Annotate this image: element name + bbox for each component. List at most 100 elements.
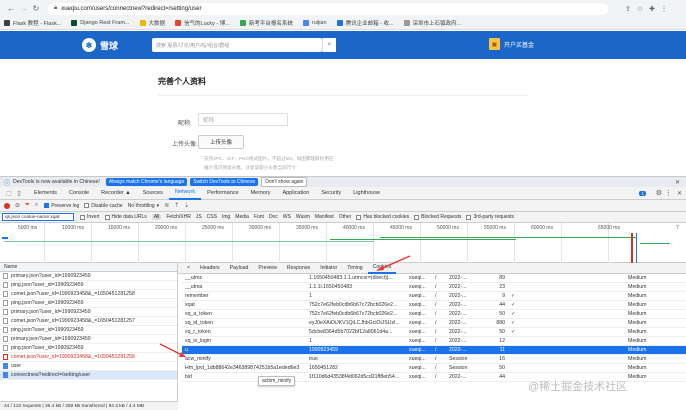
dont-show-again-button[interactable]: Don't show again <box>261 177 308 187</box>
reload-icon[interactable]: ↻ <box>30 4 42 13</box>
tab-elements[interactable]: Elements <box>28 187 63 200</box>
cookie-row[interactable]: xq_a_token 752c7e62feb0cdb6b67c72bcb026e2… <box>182 310 686 319</box>
request-row-error[interactable]: comet.json?user_id=1990923458&_=16504512… <box>0 353 177 362</box>
request-row[interactable]: primary.json?user_id=1990923459 <box>0 335 177 344</box>
filter-input[interactable]: qs.json cookie-name:xqat <box>2 213 74 221</box>
settings-gear-icon[interactable]: ⚙ <box>656 189 662 197</box>
invert-checkbox[interactable]: Invert <box>80 214 100 220</box>
tab-memory[interactable]: Memory <box>245 187 277 200</box>
request-row[interactable]: comet.json?user_id=1990923458&_=16504512… <box>0 290 177 299</box>
throttling-select[interactable]: No throttling ▾ <box>128 203 159 209</box>
type-filter-media[interactable]: Media <box>235 214 249 220</box>
tab-preview[interactable]: Preview <box>253 263 281 274</box>
tab-security[interactable]: Security <box>315 187 347 200</box>
preserve-log-checkbox[interactable]: Preserve log <box>44 203 79 209</box>
bookmark-item[interactable]: 腾讯企业邮箱 - 收... <box>336 19 394 27</box>
address-bar[interactable]: 🔒︎ xueqiu.com/users/connectnew?redirect=… <box>48 2 608 15</box>
blocked-cookies-checkbox[interactable]: Has blocked cookies <box>356 214 409 220</box>
bookmark-item[interactable]: 大数据 <box>139 19 165 27</box>
menu-icon[interactable]: ⋮ <box>658 5 670 13</box>
cookie-row[interactable]: xqat 752c7e62feb0cdb6b67c72bcb026e2... xue… <box>182 301 686 310</box>
tab-performance[interactable]: Performance <box>201 187 245 200</box>
request-row[interactable]: primary.json?user_id=1990923459 <box>0 308 177 317</box>
type-filter-manifest[interactable]: Manifest <box>315 214 334 220</box>
third-party-checkbox[interactable]: 3rd-party requests <box>466 214 514 220</box>
tab-timing[interactable]: Timing <box>342 263 367 274</box>
record-icon[interactable] <box>4 202 10 209</box>
bookmark-item[interactable]: Django Rest Fram... <box>71 20 130 26</box>
nickname-field[interactable]: 昵称 <box>198 113 288 126</box>
tab-application[interactable]: Application <box>276 187 315 200</box>
cookie-row[interactable]: Hm_lpvt_1db88642e346389874251b5a1eded6e3… <box>182 364 686 373</box>
share-icon[interactable]: ⇪ <box>622 5 634 13</box>
type-filter-other[interactable]: Other <box>339 214 352 220</box>
type-filter-js[interactable]: JS <box>196 214 202 220</box>
tab-sources[interactable]: Sources <box>137 187 169 200</box>
cookie-row[interactable]: remember 1 xueqi.../2022-... 9 ✓ Medium <box>182 292 686 301</box>
filter-icon[interactable]: ⏷ <box>25 202 30 209</box>
cookie-row[interactable]: __utmz 1.1650450483.1.1.utmcsr=(direct)|.… <box>182 274 686 283</box>
type-filter-wasm[interactable]: Wasm <box>296 214 310 220</box>
tab-cookies[interactable]: Cookies <box>367 263 397 274</box>
disable-cache-checkbox[interactable]: Disable cache <box>84 203 123 209</box>
bookmark-item[interactable]: 新考平台报名系统 <box>239 19 293 27</box>
back-icon[interactable]: ← <box>4 4 18 13</box>
type-filter-all[interactable]: All <box>151 214 162 220</box>
cookie-row[interactable]: xq_is_login 1 xueqi.../2022-... 12 Medium <box>182 337 686 346</box>
open-account-button[interactable]: ▣ 开户买基金 <box>489 38 534 50</box>
hide-data-urls-checkbox[interactable]: Hide data URLs <box>104 214 147 220</box>
close-icon[interactable]: ✕ <box>675 179 680 186</box>
cookie-row[interactable]: __utma 1.1.1l.1650450483 xueqi.../2022-...… <box>182 283 686 292</box>
blocked-requests-checkbox[interactable]: Blocked Requests <box>414 214 461 220</box>
type-filter-font[interactable]: Font <box>254 214 264 220</box>
always-match-language-button[interactable]: Always match Chrome's language <box>105 178 188 186</box>
cookie-row[interactable]: xq_r_token 5dcbe8364d5b7022bf12a8061d4a..… <box>182 328 686 337</box>
bookmark-item[interactable]: 信气的Lucky - 博... <box>175 19 230 27</box>
close-details-icon[interactable]: × <box>182 263 195 274</box>
tab-network[interactable]: Network <box>168 187 202 200</box>
request-row[interactable]: user <box>0 362 177 371</box>
request-row[interactable]: comet.json?user_id=1990923458&_=16504512… <box>0 317 177 326</box>
tab-response[interactable]: Response <box>282 263 315 274</box>
star-icon[interactable]: ☆ <box>634 5 646 13</box>
request-row[interactable]: ping.json?user_id=1990923459 <box>0 281 177 290</box>
requests-header[interactable]: Name <box>0 263 177 272</box>
type-filter-ws[interactable]: WS <box>283 214 291 220</box>
site-logo[interactable]: ❄ 雪球 <box>82 38 118 52</box>
tab-payload[interactable]: Payload <box>225 263 254 274</box>
import-icon[interactable]: ⇡ <box>174 202 179 209</box>
switch-to-chinese-button[interactable]: Switch DevTools to Chinese <box>190 178 259 186</box>
cookie-row[interactable]: acw_minify true xueqi... / Session 16 Medium <box>182 355 686 364</box>
site-search-input[interactable]: 搜索 股票/讨论/用户/帖/组合/群组 <box>152 38 322 52</box>
tab-lighthouse[interactable]: Lighthouse <box>347 187 386 200</box>
tab-recorder[interactable]: Recorder ▲ <box>95 187 137 200</box>
request-row-selected[interactable]: connectnew?redirect=/setting/user <box>0 371 177 380</box>
export-icon[interactable]: ⇣ <box>184 202 189 209</box>
type-filter-fetch-xhr[interactable]: Fetch/XHR <box>166 214 190 220</box>
bookmark-item[interactable]: ruijian <box>302 20 327 26</box>
tab-headers[interactable]: Headers <box>195 263 225 274</box>
request-row[interactable]: ping.json?user_id=1990923459 <box>0 326 177 335</box>
type-filter-doc[interactable]: Doc <box>269 214 278 220</box>
cookie-row-selected[interactable]: u 1990923459 xueqi.../2022-... 11 Medium <box>182 346 686 355</box>
request-row[interactable]: primary.json?user_id=1990923459 <box>0 272 177 281</box>
clear-icon[interactable]: ⊘ <box>15 202 20 209</box>
bookmark-item[interactable]: Flask 教程 - Flask... <box>4 19 61 27</box>
cookie-row[interactable]: xq_id_token eyJ0eXAiOiJKV1QiLCJhbGciOiJSU… <box>182 319 686 328</box>
issues-badge[interactable]: 1 <box>639 190 646 196</box>
tab-initiator[interactable]: Initiator <box>315 263 342 274</box>
search-button[interactable]: ⌕ <box>322 38 336 52</box>
wifi-icon[interactable]: ≋ <box>164 202 169 209</box>
network-timeline-overview[interactable]: 5000 ms 10000 ms 15000 ms 20000 ms 25000… <box>0 223 686 263</box>
extensions-icon[interactable]: ✚ <box>646 5 658 13</box>
inspect-icon[interactable]: ⬚ <box>4 190 14 197</box>
search-icon[interactable]: ⌕ <box>35 202 38 209</box>
close-devtools-icon[interactable]: ✕ <box>677 190 682 197</box>
type-filter-img[interactable]: Img <box>222 214 230 220</box>
forward-icon[interactable]: → <box>18 4 30 13</box>
request-row[interactable]: ping.json?user_id=1990923459 <box>0 299 177 308</box>
more-options-icon[interactable]: ⋮ <box>665 189 672 197</box>
bookmark-item[interactable]: 深圳市上石镇政府... <box>403 19 461 27</box>
upload-avatar-button[interactable]: 上传头像 <box>198 135 244 149</box>
tab-console[interactable]: Console <box>63 187 95 200</box>
